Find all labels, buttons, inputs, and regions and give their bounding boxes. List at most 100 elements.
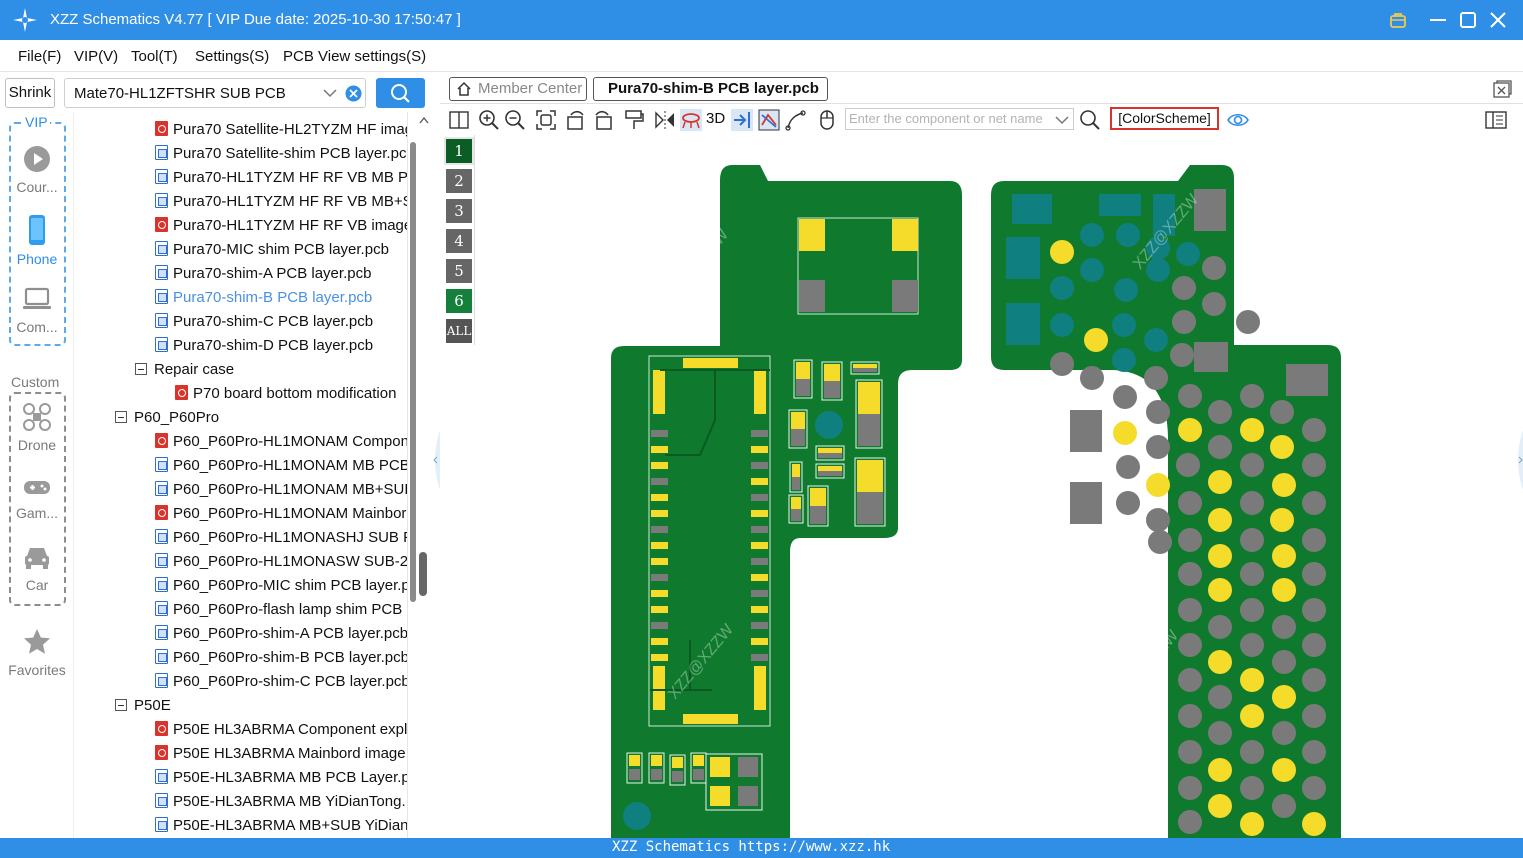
view-3d-button[interactable]: 3D: [706, 110, 725, 127]
menu-settings[interactable]: Settings(S): [195, 48, 269, 65]
close-all-tabs-icon[interactable]: [1492, 79, 1512, 99]
tree-item[interactable]: P50E HL3ABRMA Component expl: [155, 718, 407, 742]
collapse-right-handle[interactable]: [1513, 430, 1523, 490]
category-phone[interactable]: Phone: [4, 214, 70, 267]
layer-button-5[interactable]: 5: [446, 259, 472, 283]
scrollbar-track-thumb[interactable]: [410, 142, 416, 602]
favorites-button[interactable]: Favorites: [4, 627, 70, 678]
net-search-input[interactable]: Enter the component or net name: [845, 108, 1074, 130]
category-gaming[interactable]: Gam...: [4, 474, 70, 521]
search-icon[interactable]: [1079, 109, 1101, 131]
pcb-toolbar: 3D Enter the component or net name [Colo…: [440, 105, 1523, 135]
tree-item[interactable]: P60_P60Pro-HL1MONAM MB+SUE: [155, 478, 407, 502]
menu-file[interactable]: File(F): [18, 48, 61, 65]
zoom-out-icon[interactable]: [504, 109, 526, 131]
tree-item[interactable]: P50E-HL3ABRMA MB YiDianTong.: [155, 790, 406, 814]
tree-item[interactable]: Pura70-shim-D PCB layer.pcb: [155, 334, 373, 358]
scrollbar-thumb[interactable]: [419, 552, 427, 596]
layer-button-4[interactable]: 4: [446, 229, 472, 253]
tree-item[interactable]: P60_P60Pro-shim-A PCB layer.pcb: [155, 622, 407, 646]
zoom-in-icon[interactable]: [478, 109, 500, 131]
menu-vip[interactable]: VIP(V): [74, 48, 118, 65]
rotate-left-icon[interactable]: [565, 109, 587, 131]
vip-bag-icon[interactable]: [1386, 8, 1410, 32]
tree-item-label: P60_P60Pro-HL1MONAM Compon: [173, 433, 407, 450]
tree-item[interactable]: Pura70-shim-C PCB layer.pcb: [155, 310, 373, 334]
layer-button-6[interactable]: 6: [446, 289, 472, 313]
tab-active-pcb[interactable]: Pura70-shim-B PCB layer.pcb: [593, 77, 828, 101]
board-select[interactable]: Mate70-HL1ZFTSHR SUB PCB: [64, 78, 366, 108]
layer-button-all[interactable]: ALL: [446, 319, 472, 343]
tree-item-label: P50E: [134, 697, 171, 714]
layer-selector: 1 2 3 4 5 6 ALL: [442, 135, 475, 345]
tree-item[interactable]: Repair case: [135, 358, 234, 382]
rotate-right-icon[interactable]: [592, 109, 614, 131]
collapse-left-handle[interactable]: [430, 430, 440, 490]
category-computer[interactable]: Com...: [4, 284, 70, 335]
category-courses[interactable]: Cour...: [4, 144, 70, 195]
tree-item[interactable]: P70 board bottom modification: [175, 382, 396, 406]
measure-icon[interactable]: [785, 109, 807, 131]
tree-item[interactable]: Pura70 Satellite-HL2TYZM HF imag: [155, 118, 407, 142]
layer-button-1[interactable]: 1: [444, 137, 474, 165]
category-car[interactable]: Car: [4, 544, 70, 593]
tree-item[interactable]: P60_P60Pro-shim-C PCB layer.pcb: [155, 670, 407, 694]
tree-item[interactable]: Pura70-HL1TYZM HF RF VB image.: [155, 214, 407, 238]
collapse-toggle-icon[interactable]: [115, 699, 127, 711]
tab-member-center[interactable]: Member Center: [449, 77, 587, 101]
tree-item[interactable]: Pura70 Satellite-shim PCB layer.pcl: [155, 142, 407, 166]
board-select-value: Mate70-HL1ZFTSHR SUB PCB: [74, 85, 286, 102]
trace-mode-icon[interactable]: [758, 109, 780, 131]
tree-item[interactable]: P50E: [115, 694, 171, 718]
pcb-file-icon: [155, 337, 168, 352]
tree-item[interactable]: P60_P60Pro-HL1MONAM Compon: [155, 430, 407, 454]
tree-scrollbar[interactable]: [407, 112, 430, 842]
fit-view-icon[interactable]: [535, 109, 557, 131]
tree-item[interactable]: P60_P60Pro-MIC shim PCB layer.pc: [155, 574, 407, 598]
close-icon[interactable]: [1486, 8, 1510, 32]
chevron-down-icon[interactable]: [323, 87, 337, 99]
tree-item-label: Pura70-shim-B PCB layer.pcb: [173, 289, 373, 306]
tree-item[interactable]: P60_P60Pro-HL1MONASHJ SUB PC: [155, 526, 407, 550]
menu-tool[interactable]: Tool(T): [131, 48, 178, 65]
layer-button-3[interactable]: 3: [446, 199, 472, 223]
tree-item[interactable]: P60_P60Pro: [115, 406, 219, 430]
tree-item[interactable]: Pura70-shim-A PCB layer.pcb: [155, 262, 371, 286]
tree-item[interactable]: P60_P60Pro-shim-B PCB layer.pcb: [155, 646, 407, 670]
scroll-up-icon[interactable]: [419, 116, 429, 124]
category-label: Drone: [17, 437, 57, 453]
tree-item[interactable]: P60_P60Pro-HL1MONAM MB PCB: [155, 454, 407, 478]
highlight-net-icon[interactable]: [731, 109, 753, 131]
tree-item-label: Pura70-HL1TYZM HF RF VB MB+SU: [173, 193, 407, 210]
tree-item[interactable]: P60_P60Pro-HL1MONASW SUB-2 I: [155, 550, 407, 574]
maximize-icon[interactable]: [1456, 8, 1480, 32]
tree-item[interactable]: P50E-HL3ABRMA MB+SUB YiDian: [155, 814, 407, 838]
tree-item[interactable]: P50E HL3ABRMA Mainbord image: [155, 742, 406, 766]
category-drone[interactable]: Drone: [4, 402, 70, 453]
collapse-toggle-icon[interactable]: [135, 363, 147, 375]
tree-item[interactable]: Pura70-shim-B PCB layer.pcb: [155, 286, 372, 310]
minimize-icon[interactable]: [1426, 8, 1450, 32]
side-panel-icon[interactable]: [1485, 109, 1507, 131]
tree-item[interactable]: Pura70-HL1TYZM HF RF VB MB PC: [155, 166, 407, 190]
mirror-icon[interactable]: [654, 109, 676, 131]
tree-item[interactable]: Pura70-HL1TYZM HF RF VB MB+SU: [155, 190, 407, 214]
clear-icon[interactable]: [345, 85, 362, 102]
chevron-down-icon[interactable]: [1055, 114, 1069, 126]
shrink-button[interactable]: Shrink: [5, 78, 55, 108]
layer-button-2[interactable]: 2: [446, 169, 472, 193]
split-view-icon[interactable]: [448, 109, 470, 131]
mouse-mode-icon[interactable]: [816, 109, 838, 131]
tree-item[interactable]: P60_P60Pro-flash lamp shim PCB l: [155, 598, 407, 622]
menu-pcb-view-settings[interactable]: PCB View settings(S): [283, 48, 426, 65]
flip-board-icon[interactable]: [680, 109, 702, 131]
eye-icon[interactable]: [1227, 109, 1249, 131]
color-scheme-button[interactable]: [ColorScheme]: [1110, 107, 1219, 130]
format-brush-icon[interactable]: [623, 109, 645, 131]
tree-item[interactable]: Pura70-MIC shim PCB layer.pcb: [155, 238, 389, 262]
search-button[interactable]: [376, 78, 425, 108]
tree-item[interactable]: P60_P60Pro-HL1MONAM Mainbor: [155, 502, 406, 526]
tree-item-label: Pura70-HL1TYZM HF RF VB MB PC: [173, 169, 407, 186]
collapse-toggle-icon[interactable]: [115, 411, 127, 423]
tree-item[interactable]: P50E-HL3ABRMA MB PCB Layer.pc: [155, 766, 407, 790]
